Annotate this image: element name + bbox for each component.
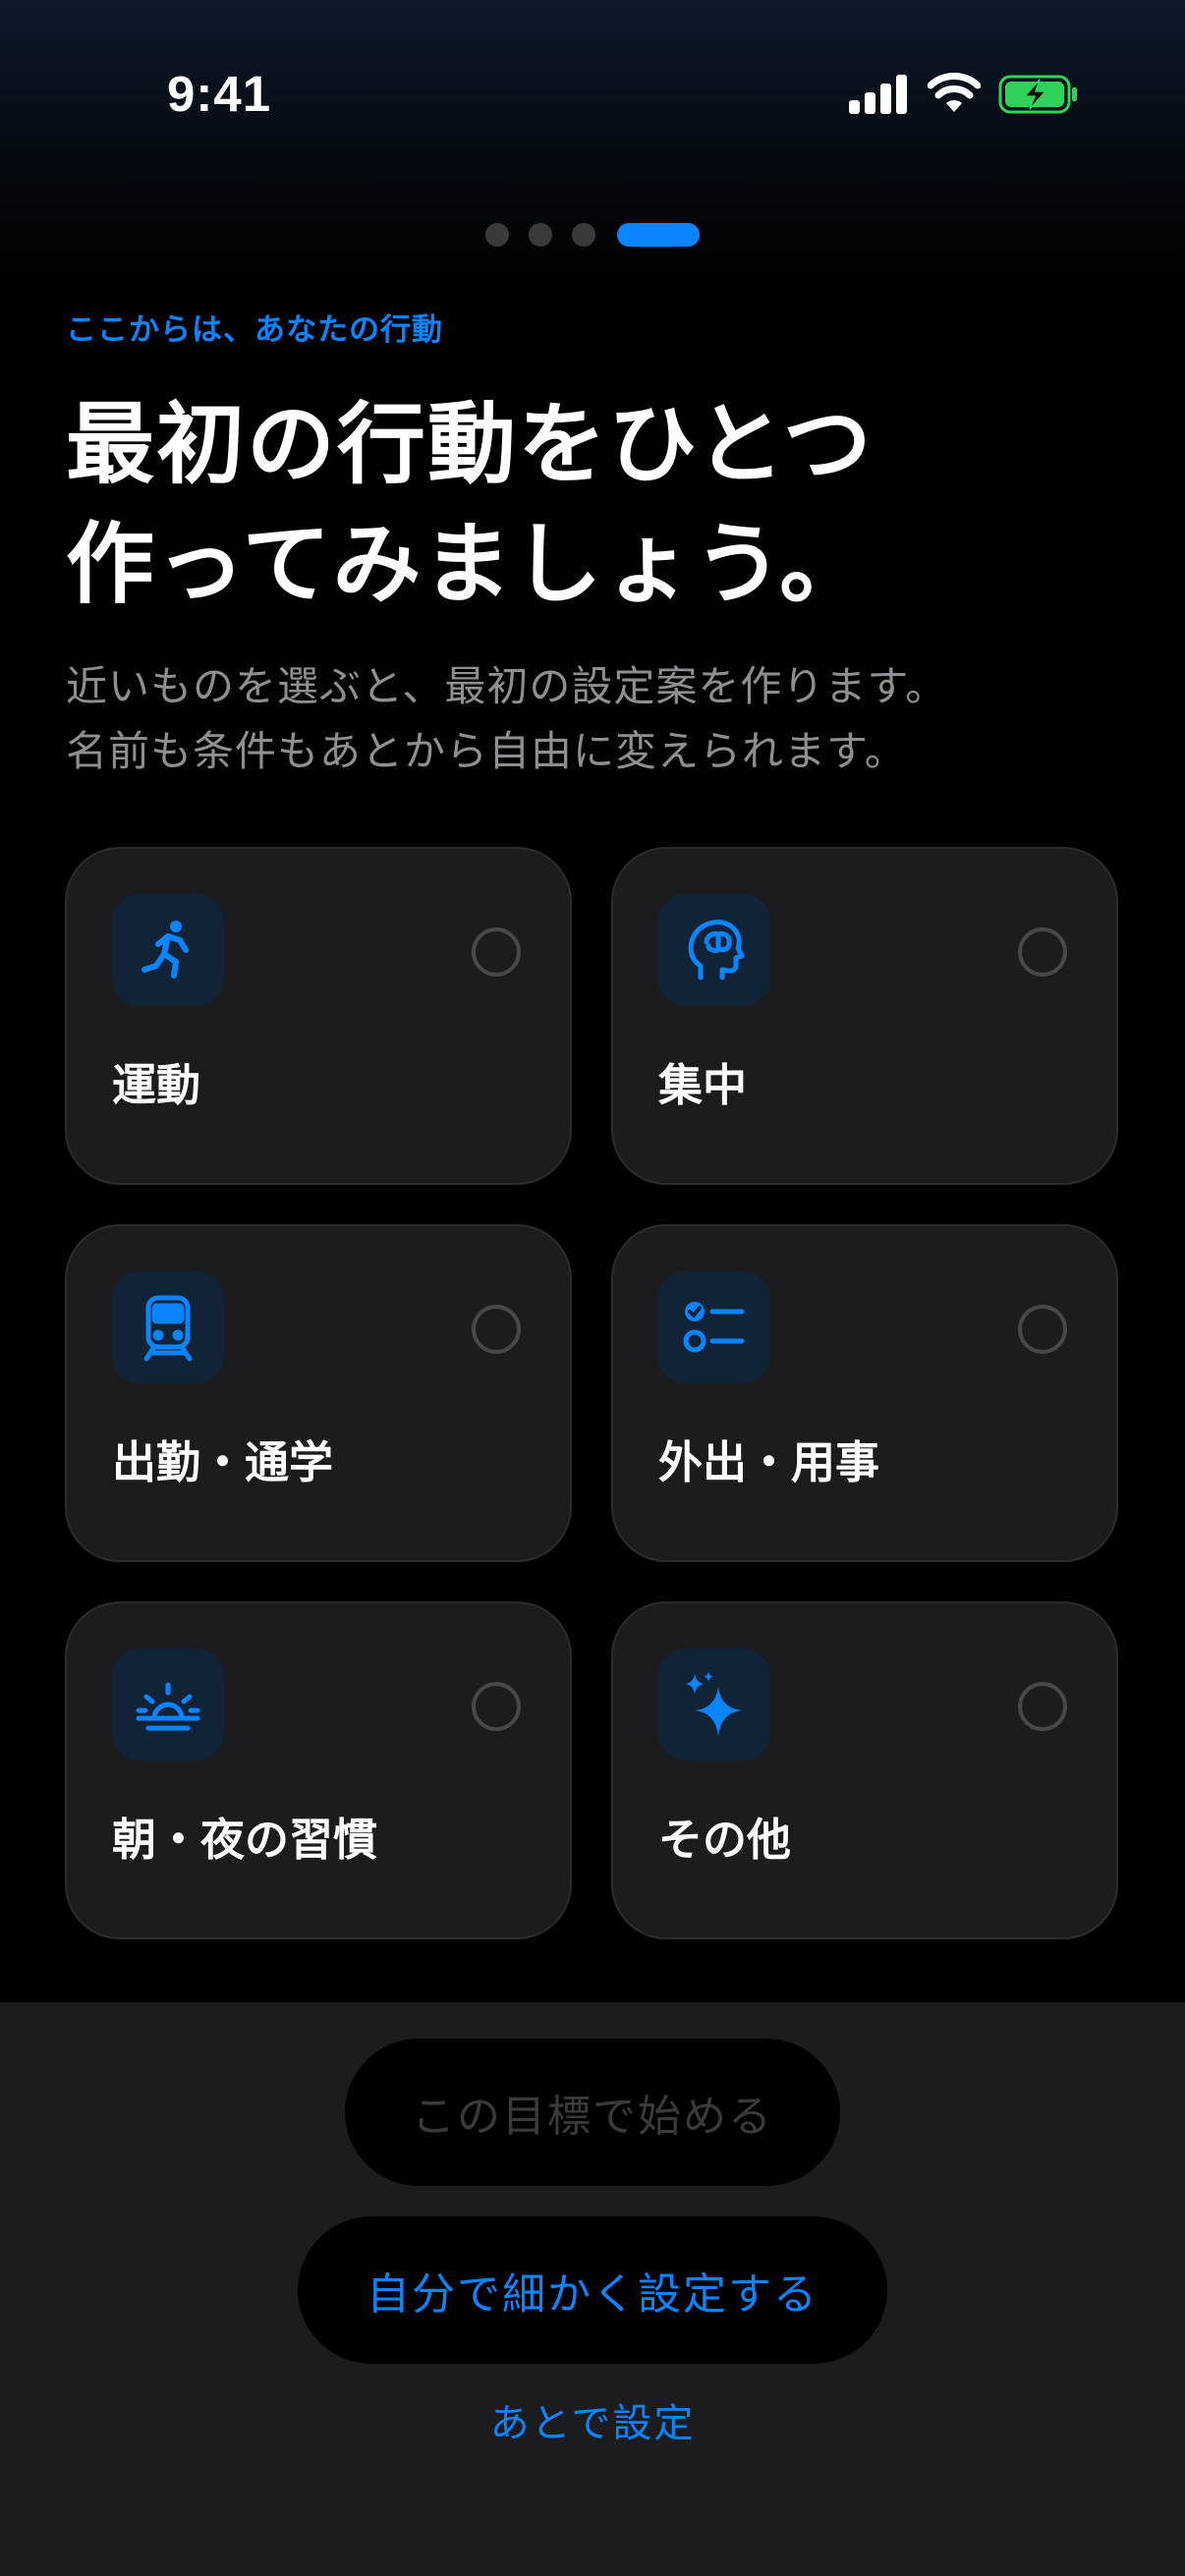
battery-charging-icon (998, 75, 1079, 118)
category-radio[interactable] (472, 1305, 521, 1354)
eyebrow-text: ここからは、あなたの行動 (66, 312, 443, 348)
category-label: 出勤・通学 (112, 1436, 334, 1488)
subtitle-line-2: 名前も条件もあとから自由に変えられます。 (66, 727, 907, 775)
page-indicator (0, 223, 1185, 247)
bottom-action-panel: この目標で始める 自分で細かく設定する あとで設定 (0, 2002, 1185, 2576)
category-radio[interactable] (1018, 927, 1067, 977)
title-line-1: 最初の行動をひとつ (66, 393, 874, 496)
category-card-errands[interactable]: 外出・用事 (611, 1224, 1118, 1562)
custom-setup-button[interactable]: 自分で細かく設定する (298, 2216, 887, 2364)
page-dot-3 (572, 223, 595, 247)
status-time: 9:41 (167, 66, 272, 122)
page-title: 最初の行動をひとつ 作ってみましょう。 (66, 385, 1127, 625)
signal-icon (847, 75, 908, 118)
category-radio[interactable] (472, 927, 521, 977)
running-figure-icon (112, 894, 224, 1006)
title-line-2: 作ってみましょう。 (66, 513, 871, 616)
category-radio[interactable] (472, 1682, 521, 1731)
brain-head-icon (658, 894, 770, 1006)
train-icon (112, 1271, 224, 1383)
status-bar: 9:41 (0, 0, 1185, 196)
category-card-commute[interactable]: 出勤・通学 (65, 1224, 572, 1562)
page-dot-2 (529, 223, 552, 247)
checklist-icon (658, 1271, 770, 1383)
category-card-routine[interactable]: 朝・夜の習慣 (65, 1601, 572, 1939)
category-label: 集中 (658, 1059, 748, 1111)
category-card-exercise[interactable]: 運動 (65, 847, 572, 1185)
page-dot-4-active (617, 223, 700, 247)
set-later-link[interactable]: あとで設定 (0, 2391, 1185, 2448)
category-label: 運動 (112, 1059, 201, 1111)
sunrise-icon (112, 1649, 224, 1761)
category-radio[interactable] (1018, 1682, 1067, 1731)
start-with-goal-button[interactable]: この目標で始める (345, 2039, 840, 2186)
category-card-focus[interactable]: 集中 (611, 847, 1118, 1185)
category-label: 外出・用事 (658, 1436, 880, 1488)
subtitle-line-1: 近いものを選ぶと、最初の設定案を作ります。 (66, 662, 948, 710)
category-label: 朝・夜の習慣 (112, 1814, 378, 1866)
category-label: その他 (658, 1814, 792, 1866)
sparkles-icon (658, 1649, 770, 1761)
category-card-other[interactable]: その他 (611, 1601, 1118, 1939)
category-radio[interactable] (1018, 1305, 1067, 1354)
page-subtitle: 近いものを選ぶと、最初の設定案を作ります。 名前も条件もあとから自由に変えられま… (66, 654, 1147, 784)
page-dot-1 (485, 223, 509, 247)
wifi-icon (927, 73, 982, 118)
